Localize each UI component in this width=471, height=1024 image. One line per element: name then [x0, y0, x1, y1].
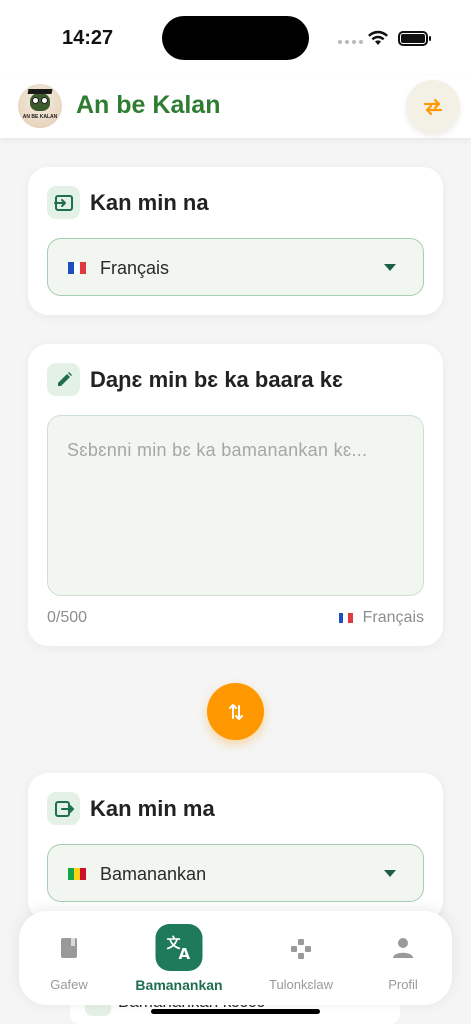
status-bar: 14:27: [0, 0, 471, 76]
text-input[interactable]: [47, 415, 424, 596]
pencil-icon: [47, 363, 80, 396]
nav-label: Tulonkɛlaw: [268, 977, 333, 992]
app-title: An be Kalan: [76, 91, 221, 119]
bottom-nav: Gafew 文 A Bamanankan Tulonkɛlaw Profil: [19, 911, 452, 1005]
mali-flag-icon: [68, 868, 86, 880]
nav-item-gafew[interactable]: Gafew: [19, 911, 119, 1005]
translate-icon: 文 A: [166, 935, 190, 961]
source-language-value: Français: [100, 258, 170, 278]
battery-icon: [398, 31, 431, 46]
caret-down-icon: [384, 264, 396, 271]
nav-label: Gafew: [50, 977, 88, 992]
gamepad-icon: [291, 939, 311, 959]
svg-text:A: A: [178, 945, 190, 961]
char-count: 0/500: [47, 609, 88, 626]
logout-icon: [47, 792, 80, 825]
book-icon: [61, 938, 77, 958]
dynamic-island: [162, 16, 309, 60]
header-swap-button[interactable]: [406, 80, 460, 134]
app-header: AN BE KALAN An be Kalan: [0, 76, 471, 138]
input-card-title: Daɲɛ min bɛ ka baara kɛ: [90, 367, 343, 392]
app-logo: AN BE KALAN: [18, 84, 62, 128]
target-card-title: Kan min ma: [90, 796, 215, 821]
caret-down-icon: [384, 870, 396, 877]
input-card: Daɲɛ min bɛ ka baara kɛ 0/500 Français: [28, 344, 443, 646]
nav-active-indicator: 文 A: [155, 924, 203, 971]
signal-icon: [338, 40, 363, 44]
france-flag-icon: [338, 613, 353, 623]
swap-languages-button[interactable]: [207, 683, 264, 740]
source-card-title: Kan min na: [90, 190, 209, 215]
person-icon: [393, 938, 413, 958]
source-language-card: Kan min na Français: [28, 167, 443, 315]
nav-item-tulonkelaw[interactable]: Tulonkɛlaw: [251, 911, 351, 1005]
nav-label: Profil: [388, 977, 418, 992]
wifi-icon: [368, 30, 388, 45]
status-time: 14:27: [62, 27, 114, 49]
france-flag-icon: [68, 262, 86, 274]
home-indicator: [151, 1009, 320, 1014]
logo-text: AN BE KALAN: [22, 114, 58, 120]
swap-vertical-icon: [228, 703, 243, 720]
target-language-card: Kan min ma Bamanankan: [28, 773, 443, 921]
target-language-value: Bamanankan: [100, 864, 207, 884]
source-language-select[interactable]: Français: [47, 238, 424, 296]
input-language-indicator: Français: [338, 609, 424, 627]
target-language-select[interactable]: Bamanankan: [47, 844, 424, 902]
nav-item-bamanankan[interactable]: 文 A Bamanankan: [129, 911, 229, 1005]
input-language-label: Français: [362, 609, 424, 626]
swap-horizontal-icon: [423, 98, 443, 116]
nav-item-profil[interactable]: Profil: [353, 911, 453, 1005]
nav-label: Bamanankan: [135, 977, 223, 993]
login-icon: [47, 186, 80, 219]
